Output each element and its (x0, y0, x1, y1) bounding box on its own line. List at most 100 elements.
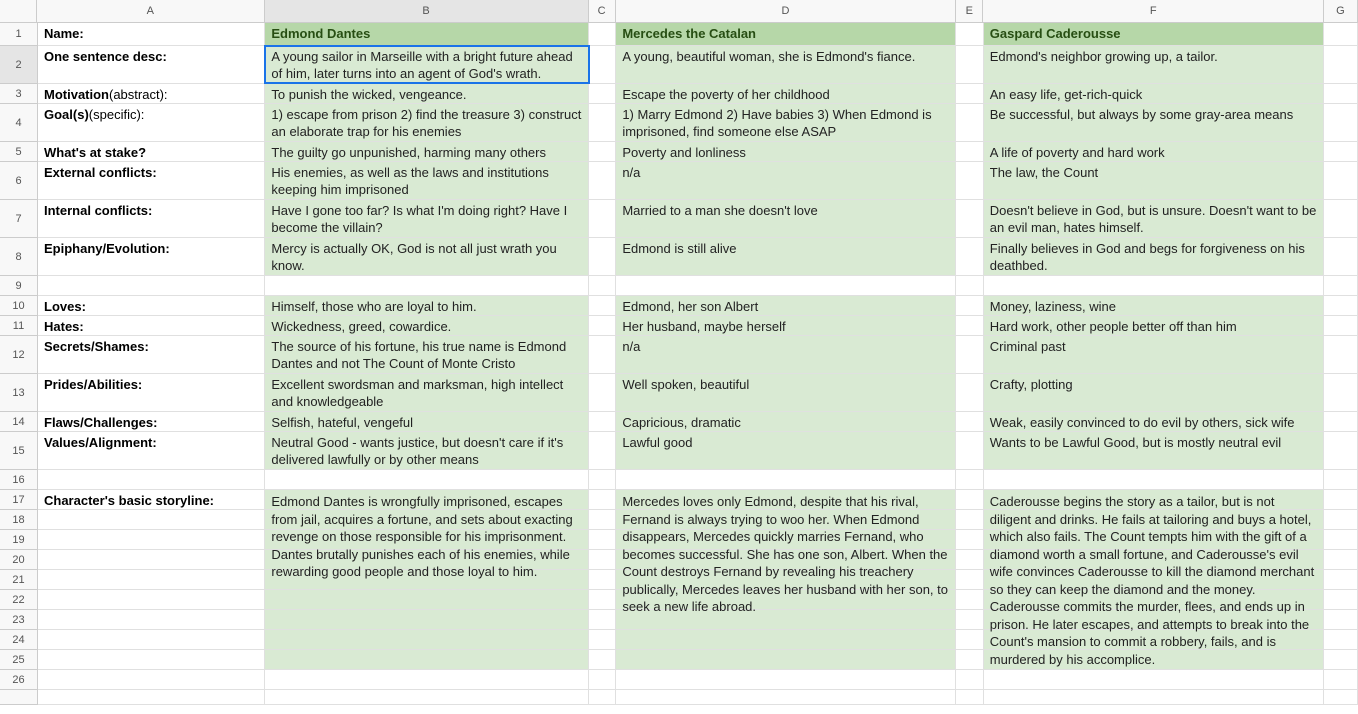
cell-G8[interactable] (1324, 238, 1358, 275)
cell-C3[interactable] (589, 84, 617, 103)
cell-G4[interactable] (1324, 104, 1358, 141)
cell-E16[interactable] (956, 470, 984, 489)
cell-A21[interactable] (38, 570, 265, 589)
cell-B22[interactable] (265, 590, 588, 609)
cell-G27[interactable] (1324, 690, 1358, 704)
cell-D26[interactable] (616, 670, 956, 689)
cell-C18[interactable] (589, 510, 617, 529)
cell-G16[interactable] (1324, 470, 1358, 489)
cell-D5[interactable]: Poverty and lonliness (616, 142, 956, 161)
cell-C8[interactable] (589, 238, 617, 275)
cell-E27[interactable] (956, 690, 984, 704)
row-header-19[interactable]: 19 (0, 530, 38, 550)
cell-D7[interactable]: Married to a man she doesn't love (616, 200, 956, 237)
row-header-8[interactable]: 8 (0, 238, 38, 276)
cell-B27[interactable] (265, 690, 588, 704)
cell-G9[interactable] (1324, 276, 1358, 295)
cell-A3[interactable]: Motivation (abstract): (38, 84, 265, 103)
cell-B26[interactable] (265, 670, 588, 689)
cell-D15[interactable]: Lawful good (616, 432, 956, 469)
cell-D3[interactable]: Escape the poverty of her childhood (616, 84, 956, 103)
cell-E15[interactable] (956, 432, 984, 469)
cell-B3[interactable]: To punish the wicked, vengeance. (265, 84, 588, 103)
cell-C19[interactable] (589, 530, 617, 549)
row-header-23[interactable]: 23 (0, 610, 38, 630)
cell-B6[interactable]: His enemies, as well as the laws and ins… (265, 162, 588, 199)
cell-A20[interactable] (38, 550, 265, 569)
cell-C5[interactable] (589, 142, 617, 161)
cell-A14[interactable]: Flaws/Challenges: (38, 412, 265, 431)
cell-B5[interactable]: The guilty go unpunished, harming many o… (265, 142, 588, 161)
cell-E1[interactable] (956, 23, 984, 45)
cell-B11[interactable]: Wickedness, greed, cowardice. (265, 316, 588, 335)
cell-G17[interactable] (1324, 490, 1358, 509)
row-header-22[interactable]: 22 (0, 590, 38, 610)
row-header-14[interactable]: 14 (0, 412, 38, 432)
cell-C20[interactable] (589, 550, 617, 569)
cell-D12[interactable]: n/a (616, 336, 956, 373)
cell-D16[interactable] (616, 470, 956, 489)
cell-D4[interactable]: 1) Marry Edmond 2) Have babies 3) When E… (616, 104, 956, 141)
cell-G21[interactable] (1324, 570, 1358, 589)
cell-G15[interactable] (1324, 432, 1358, 469)
cell-E21[interactable] (956, 570, 984, 589)
cell-G13[interactable] (1324, 374, 1358, 411)
cell-E9[interactable] (956, 276, 984, 295)
cell-D1[interactable]: Mercedes the Catalan (616, 23, 956, 45)
row-header-5[interactable]: 5 (0, 142, 38, 162)
col-header-D[interactable]: D (616, 0, 956, 22)
cell-A15[interactable]: Values/Alignment: (38, 432, 265, 469)
cell-G19[interactable] (1324, 530, 1358, 549)
cell-C10[interactable] (589, 296, 617, 315)
cell-D13[interactable]: Well spoken, beautiful (616, 374, 956, 411)
cell-A4[interactable]: Goal(s) (specific): (38, 104, 265, 141)
col-header-A[interactable]: A (37, 0, 265, 22)
cell-B16[interactable] (265, 470, 588, 489)
row-header-2[interactable]: 2 (0, 46, 38, 84)
cell-D2[interactable]: A young, beautiful woman, she is Edmond'… (616, 46, 956, 83)
cell-G24[interactable] (1324, 630, 1358, 649)
cell-F11[interactable]: Hard work, other people better off than … (984, 316, 1324, 335)
cell-A7[interactable]: Internal conflicts: (38, 200, 265, 237)
cell-E12[interactable] (956, 336, 984, 373)
cell-G12[interactable] (1324, 336, 1358, 373)
row-header-21[interactable]: 21 (0, 570, 38, 590)
cell-B8[interactable]: Mercy is actually OK, God is not all jus… (265, 238, 588, 275)
cell-E6[interactable] (956, 162, 984, 199)
cell-D25[interactable] (616, 650, 956, 669)
cell-A25[interactable] (38, 650, 265, 669)
cell-F16[interactable] (984, 470, 1324, 489)
cell-C9[interactable] (589, 276, 617, 295)
row-header-13[interactable]: 13 (0, 374, 38, 412)
cell-F17[interactable]: Caderousse begins the story as a tailor,… (984, 490, 1324, 509)
cell-A17[interactable]: Character's basic storyline: (38, 490, 265, 509)
cell-C11[interactable] (589, 316, 617, 335)
cell-A23[interactable] (38, 610, 265, 629)
cell-G7[interactable] (1324, 200, 1358, 237)
col-header-E[interactable]: E (956, 0, 983, 22)
cell-E3[interactable] (956, 84, 984, 103)
cell-G11[interactable] (1324, 316, 1358, 335)
cell-F4[interactable]: Be successful, but always by some gray-a… (984, 104, 1324, 141)
cell-A5[interactable]: What's at stake? (38, 142, 265, 161)
cell-D27[interactable] (616, 690, 956, 704)
cell-B15[interactable]: Neutral Good - wants justice, but doesn'… (265, 432, 588, 469)
cell-B2[interactable]: A young sailor in Marseille with a brigh… (265, 46, 588, 83)
row-header-9[interactable]: 9 (0, 276, 38, 296)
cell-C12[interactable] (589, 336, 617, 373)
cell-A18[interactable] (38, 510, 265, 529)
cell-F9[interactable] (984, 276, 1324, 295)
cell-F1[interactable]: Gaspard Caderousse (984, 23, 1324, 45)
cell-D6[interactable]: n/a (616, 162, 956, 199)
cell-G10[interactable] (1324, 296, 1358, 315)
cell-A19[interactable] (38, 530, 265, 549)
cell-B14[interactable]: Selfish, hateful, vengeful (265, 412, 588, 431)
cell-E19[interactable] (956, 530, 984, 549)
cell-C13[interactable] (589, 374, 617, 411)
cell-F8[interactable]: Finally believes in God and begs for for… (984, 238, 1324, 275)
cell-C27[interactable] (589, 690, 617, 704)
cell-B13[interactable]: Excellent swordsman and marksman, high i… (265, 374, 588, 411)
cell-G3[interactable] (1324, 84, 1358, 103)
cell-B7[interactable]: Have I gone too far? Is what I'm doing r… (265, 200, 588, 237)
row-header-24[interactable]: 24 (0, 630, 38, 650)
